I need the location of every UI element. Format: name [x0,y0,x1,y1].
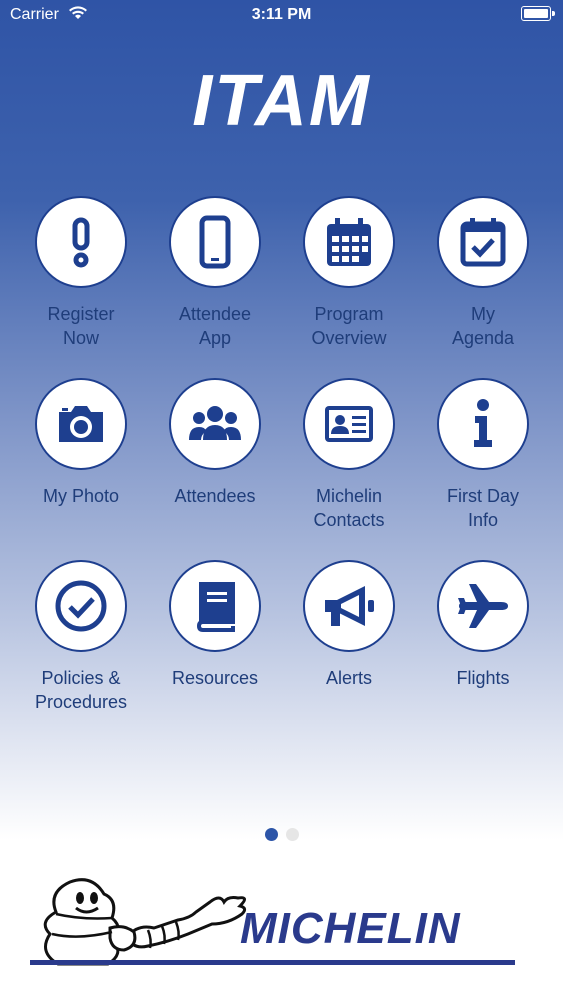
app-logo: ITAM [192,61,371,141]
tile-label: My Agenda [451,304,515,348]
tile-attendees[interactable]: Attendees [148,378,282,538]
tile-my-agenda[interactable]: My Agenda [416,196,550,356]
tile-resources[interactable]: Resources [148,560,282,720]
calendar-check-icon [437,196,529,288]
tile-label: Policies & Procedures [34,668,128,712]
calendar-icon [303,196,395,288]
tile-program-overview[interactable]: Program Overview [282,196,416,356]
tile-flights[interactable]: Flights [416,560,550,720]
tile-attendee-app[interactable]: Attendee App [148,196,282,356]
tile-label: Resources [171,668,259,688]
tile-label: Program Overview [311,304,387,348]
tile-label: Flights [456,668,510,688]
airplane-icon [437,560,529,652]
book-icon [169,560,261,652]
battery-icon [521,6,555,21]
page-dot-inactive[interactable] [285,828,299,841]
check-circle-icon [35,560,127,652]
exclamation-icon [35,196,127,288]
brand-wordmark: MICHELIN [240,904,461,953]
tile-label: First Day Info [447,486,519,530]
tile-alerts[interactable]: Alerts [282,560,416,720]
megaphone-icon [303,560,395,652]
tile-label: Attendees [174,486,256,506]
id-card-icon [303,378,395,470]
tile-label: Attendee App [178,304,252,348]
tile-label: My Photo [42,486,120,506]
smartphone-icon [169,196,261,288]
status-time: 3:11 PM [251,6,312,23]
tile-first-day-info[interactable]: First Day Info [416,378,550,538]
tile-my-photo[interactable]: My Photo [14,378,148,538]
tile-label: Michelin Contacts [313,486,385,530]
page-dot-active[interactable] [264,828,278,841]
tile-michelin-contacts[interactable]: Michelin Contacts [282,378,416,538]
footer-brand: MICHELIN [0,860,563,1000]
tile-register-now[interactable]: Register Now [14,196,148,356]
tile-policies-procedures[interactable]: Policies & Procedures [14,560,148,720]
people-icon [169,378,261,470]
info-icon [437,378,529,470]
tile-label: Alerts [325,668,372,688]
tile-label: Register Now [47,304,115,348]
camera-icon [35,378,127,470]
brand-underline [30,960,515,965]
status-bar: Carrier 3:11 PM [0,0,563,30]
page-indicator[interactable] [0,828,563,846]
